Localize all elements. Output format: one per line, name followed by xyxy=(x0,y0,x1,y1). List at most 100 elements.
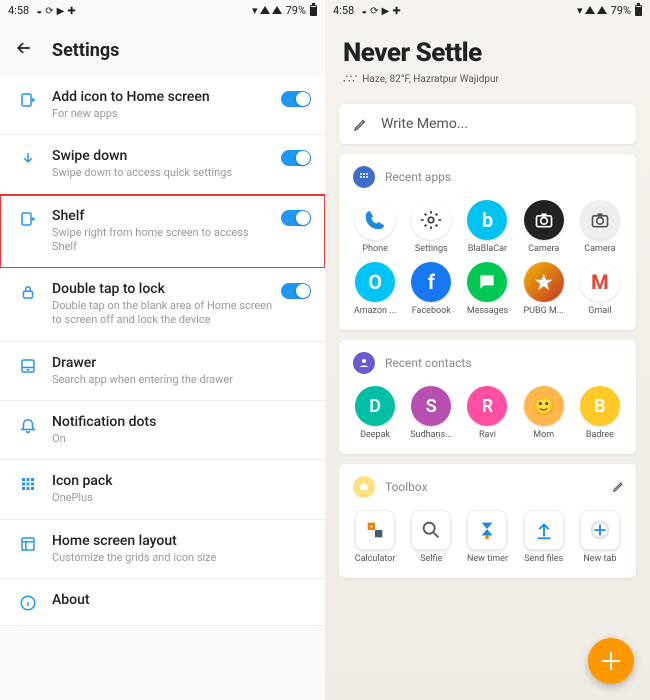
toggle-switch[interactable] xyxy=(281,283,311,299)
fab-add-button[interactable] xyxy=(588,638,634,684)
settings-screen: 4:58 ◒⟳▶✚ ▾ 79% Settings Add icon to Hom… xyxy=(0,0,325,700)
signal-icon xyxy=(585,6,595,14)
battery-percent: 79% xyxy=(611,4,631,17)
info-icon xyxy=(14,592,42,612)
tool-label: Send files xyxy=(524,554,563,564)
recent-contacts-card: Recent contacts DDeepakSSudhans...RRavi🙂… xyxy=(339,340,636,454)
settings-item-layout[interactable]: Home screen layoutCustomize the grids an… xyxy=(0,520,325,579)
tool-label: New timer xyxy=(467,554,508,564)
app-label: Camera xyxy=(584,244,615,254)
app-camera[interactable]: Camera xyxy=(574,200,626,254)
tool-new-timer[interactable]: New timer xyxy=(461,510,513,564)
app-label: Camera xyxy=(528,244,559,254)
app-gmail[interactable]: MGmail xyxy=(574,262,626,316)
settings-item-bell[interactable]: Notification dots On xyxy=(0,401,325,460)
settings-item-lock[interactable]: Double tap to lock Double tap on the blan… xyxy=(0,268,325,342)
grid-icon xyxy=(14,473,42,493)
recent-contacts-label: Recent contacts xyxy=(385,356,472,370)
drawer-icon xyxy=(14,355,42,375)
bell-icon xyxy=(14,414,42,434)
item-subtitle: Swipe right from home screen to access S… xyxy=(52,226,273,255)
battery-percent: 79% xyxy=(286,4,306,17)
weather-row[interactable]: ∴∵ Haze, 82°F, Hazratpur Wajidpur xyxy=(343,72,632,86)
settings-item-info[interactable]: About xyxy=(0,579,325,626)
item-title: Drawer xyxy=(52,355,303,371)
toolbox-card: Toolbox + Calculator Selfie New timer Send f… xyxy=(339,464,636,578)
settings-list: Add icon to Home screen For new apps Swipe… xyxy=(0,76,325,700)
contact-mom[interactable]: 🙂Mom xyxy=(518,386,570,440)
app-phone[interactable]: Phone xyxy=(349,200,401,254)
item-title: Notification dots xyxy=(52,414,303,430)
recent-apps-card: Recent apps PhoneSettingsbBlaBlaCar Camer… xyxy=(339,154,636,330)
status-bar: 4:58 ◒⟳▶✚ ▾ 79% xyxy=(0,0,325,20)
layout-icon xyxy=(14,533,42,553)
shelf-screen: 4:58 ◒⟳▶✚ ▾ 79% Never Settle ∴∵ Haze, 82… xyxy=(325,0,650,700)
settings-item-drawer[interactable]: Drawer Search app when entering the drawe… xyxy=(0,342,325,401)
item-title: Add icon to Home screen xyxy=(52,89,273,105)
app-blablacar[interactable]: bBlaBlaCar xyxy=(461,200,513,254)
recent-apps-label: Recent apps xyxy=(385,170,451,184)
battery-icon xyxy=(310,5,317,16)
tool-new-tab[interactable]: New tab xyxy=(574,510,626,564)
add-home-icon xyxy=(14,89,42,109)
memo-placeholder: Write Memo... xyxy=(381,116,468,132)
contact-ravi[interactable]: RRavi xyxy=(461,386,513,440)
wifi-icon: ▾ xyxy=(577,4,583,17)
shelf-title: Never Settle xyxy=(343,38,632,68)
contact-label: Ravi xyxy=(479,430,496,440)
haze-icon: ∴∵ xyxy=(343,72,356,86)
toggle-switch[interactable] xyxy=(281,91,311,107)
toggle-switch[interactable] xyxy=(281,150,311,166)
contact-label: Badree xyxy=(586,430,614,440)
toolbox-label: Toolbox xyxy=(385,480,428,494)
contact-label: Deepak xyxy=(360,430,390,440)
app-settings[interactable]: Settings xyxy=(405,200,457,254)
swipe-down-icon xyxy=(14,148,42,168)
item-subtitle: On xyxy=(52,432,303,446)
app-messages[interactable]: Messages xyxy=(461,262,513,316)
weather-text: Haze, 82°F, Hazratpur Wajidpur xyxy=(362,74,499,85)
status-time: 4:58 xyxy=(8,4,29,17)
contact-label: Mom xyxy=(533,430,554,440)
app-facebook[interactable]: fFacebook xyxy=(405,262,457,316)
settings-item-shelf[interactable]: Shelf Swipe right from home screen to acc… xyxy=(0,195,325,269)
item-subtitle: Search app when entering the drawer xyxy=(52,373,303,387)
wifi-icon: ▾ xyxy=(252,4,258,17)
item-title: Shelf xyxy=(52,208,273,224)
back-button[interactable] xyxy=(14,38,34,62)
page-title: Settings xyxy=(52,40,119,61)
settings-item-grid[interactable]: Icon packOnePlus xyxy=(0,460,325,519)
toggle-switch[interactable] xyxy=(281,210,311,226)
toolbox-edit-button[interactable] xyxy=(612,478,626,497)
settings-item-swipe-down[interactable]: Swipe downSwipe down to access quick set… xyxy=(0,135,325,194)
svg-text:+: + xyxy=(370,523,374,531)
contacts-badge-icon xyxy=(353,352,375,374)
contact-badree[interactable]: BBadree xyxy=(574,386,626,440)
tool-calculator[interactable]: + Calculator xyxy=(349,510,401,564)
item-subtitle: Customize the grids and icon size xyxy=(52,551,303,565)
pencil-icon xyxy=(353,116,369,132)
app-label: PUBG M... xyxy=(523,306,563,316)
contact-deepak[interactable]: DDeepak xyxy=(349,386,401,440)
item-title: Double tap to lock xyxy=(52,281,273,297)
app-pubg-m-[interactable]: ★PUBG M... xyxy=(518,262,570,316)
app-camera[interactable]: Camera xyxy=(518,200,570,254)
item-subtitle: For new apps xyxy=(52,107,273,121)
app-label: Gmail xyxy=(588,306,611,316)
battery-icon xyxy=(635,5,642,16)
contact-sudhans-[interactable]: SSudhans... xyxy=(405,386,457,440)
write-memo[interactable]: Write Memo... xyxy=(339,104,636,144)
tool-selfie[interactable]: Selfie xyxy=(405,510,457,564)
shelf-icon xyxy=(14,208,42,228)
item-subtitle: Double tap on the blank area of Home scr… xyxy=(52,299,273,328)
tool-label: Calculator xyxy=(355,554,396,564)
tool-label: Selfie xyxy=(420,554,442,564)
app-amazon-[interactable]: OAmazon ... xyxy=(349,262,401,316)
apps-badge-icon xyxy=(353,166,375,188)
app-label: Amazon ... xyxy=(354,306,397,316)
contact-label: Sudhans... xyxy=(410,430,452,440)
settings-item-add-home[interactable]: Add icon to Home screen For new apps xyxy=(0,76,325,135)
signal-icon xyxy=(272,6,282,14)
signal-icon xyxy=(597,6,607,14)
tool-send-files[interactable]: Send files xyxy=(518,510,570,564)
